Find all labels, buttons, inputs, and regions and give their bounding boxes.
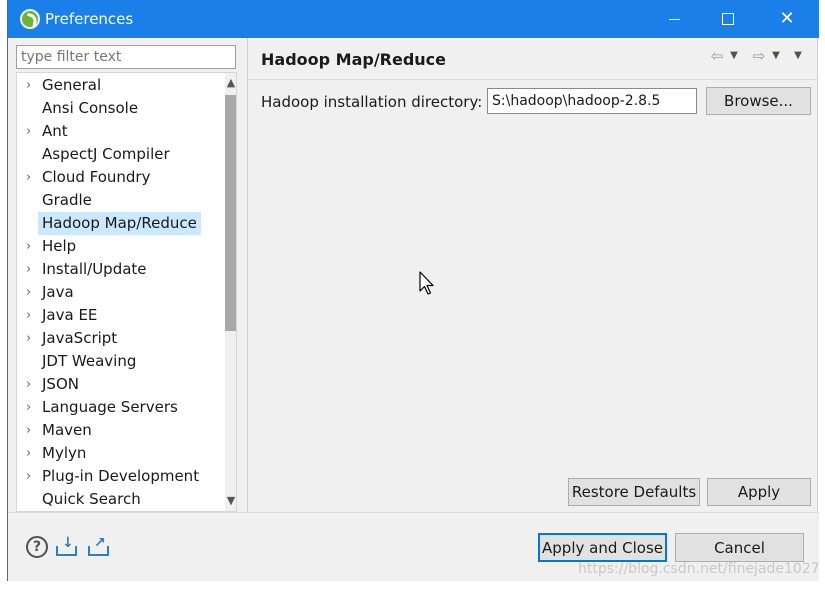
expand-chevron-icon[interactable]: ›: [26, 258, 38, 281]
install-dir-input[interactable]: [487, 88, 697, 114]
tree-item-label: Java EE: [42, 306, 98, 324]
restore-defaults-button[interactable]: Restore Defaults: [568, 478, 700, 506]
tree-item[interactable]: › Help: [17, 235, 217, 258]
tree-item-label: JDT Weaving: [42, 352, 137, 370]
tree-item-label: Ant: [42, 122, 68, 140]
tree-item[interactable]: › Mylyn: [17, 442, 217, 465]
tree-item-label: Language Servers: [42, 398, 178, 416]
import-arrow-icon: ↓: [62, 535, 74, 551]
minimize-icon: [668, 18, 680, 20]
tree-item-label: Java: [42, 283, 74, 301]
install-dir-label: Hadoop installation directory:: [261, 93, 483, 111]
tree-item-label: Ansi Console: [42, 99, 139, 117]
spring-app-icon: [20, 9, 40, 29]
forward-history-dropdown-icon[interactable]: ▼: [770, 48, 782, 64]
expand-chevron-icon[interactable]: ›: [26, 281, 38, 304]
tree-item[interactable]: › Language Servers: [17, 396, 217, 419]
window-title: Preferences: [45, 10, 134, 28]
close-button[interactable]: ✕: [758, 0, 816, 38]
preferences-tree[interactable]: › General Ansi Console › Ant AspectJ Compiler…: [16, 72, 237, 512]
panel-header: Hadoop Map/Reduce ⇦ ▼ ⇨ ▼ ▼: [248, 38, 818, 80]
back-history-dropdown-icon[interactable]: ▼: [728, 48, 740, 64]
maximize-icon: [722, 13, 734, 25]
tree-item[interactable]: JDT Weaving: [17, 350, 217, 373]
forward-arrow-icon[interactable]: ⇨: [751, 48, 767, 64]
tree-item-label: Hadoop Map/Reduce: [38, 212, 201, 235]
view-menu-dropdown-icon[interactable]: ▼: [792, 48, 804, 64]
preferences-window: Preferences ✕ ›GeneralAnsi Console›AntAs…: [7, 0, 819, 581]
tree-item[interactable]: › JSON: [17, 373, 217, 396]
settings-panel: Hadoop Map/Reduce ⇦ ▼ ⇨ ▼ ▼ Hadoop insta…: [247, 38, 818, 512]
tree-item-label: Gradle: [42, 191, 92, 209]
watermark-text: https://blog.csdn.net/finejade1027: [578, 561, 820, 577]
back-arrow-icon[interactable]: ⇦: [709, 48, 725, 64]
tree-item-label: General: [42, 76, 102, 94]
tree-item-label: Quick Search: [42, 490, 141, 508]
browse-button[interactable]: Browse...: [706, 87, 811, 115]
minimize-button[interactable]: [645, 0, 703, 38]
apply-button[interactable]: Apply: [707, 478, 811, 506]
expand-chevron-icon[interactable]: ›: [26, 396, 38, 419]
tree-item[interactable]: › Java: [17, 281, 217, 304]
expand-chevron-icon[interactable]: ›: [26, 465, 38, 488]
expand-chevron-icon[interactable]: ›: [26, 235, 38, 258]
close-icon: ✕: [779, 8, 795, 29]
tree-item[interactable]: Hadoop Map/Reduce: [17, 212, 217, 235]
tree-item[interactable]: › JavaScript: [17, 327, 217, 350]
tree-item[interactable]: › General: [17, 74, 217, 97]
scroll-down-arrow-icon[interactable]: ▼: [225, 493, 236, 509]
tree-item-label: Cloud Foundry: [42, 168, 151, 186]
tree-item-label: Install/Update: [42, 260, 147, 278]
maximize-button[interactable]: [699, 0, 757, 38]
tree-item-label: JavaScript: [42, 329, 118, 347]
import-preferences-icon[interactable]: ↓: [56, 535, 78, 557]
tree-item[interactable]: Ansi Console: [17, 97, 217, 120]
tree-item[interactable]: Gradle: [17, 189, 217, 212]
cancel-button[interactable]: Cancel: [675, 533, 804, 562]
expand-chevron-icon[interactable]: ›: [26, 442, 38, 465]
expand-chevron-icon[interactable]: ›: [26, 120, 38, 143]
tree-item[interactable]: › Ant: [17, 120, 217, 143]
tree-item[interactable]: › Maven: [17, 419, 217, 442]
tree-item-label: AspectJ Compiler: [42, 145, 170, 163]
scroll-thumb[interactable]: [225, 95, 236, 331]
filter-input[interactable]: [16, 45, 236, 69]
apply-and-close-button[interactable]: Apply and Close: [538, 533, 667, 562]
tree-item[interactable]: AspectJ Compiler: [17, 143, 217, 166]
tree-item[interactable]: › Cloud Foundry: [17, 166, 217, 189]
tree-item-label: Maven: [42, 421, 92, 439]
tree-item-label: Plug-in Development: [42, 467, 200, 485]
tree-item-label: Help: [42, 237, 77, 255]
expand-chevron-icon[interactable]: ›: [26, 166, 38, 189]
expand-chevron-icon[interactable]: ›: [26, 74, 38, 97]
tree-scrollbar[interactable]: ▲ ▼: [225, 73, 236, 511]
tree-item[interactable]: › Java EE: [17, 304, 217, 327]
export-arrow-icon: ↗: [94, 535, 106, 551]
expand-chevron-icon[interactable]: ›: [26, 419, 38, 442]
tree-item[interactable]: › Install/Update: [17, 258, 217, 281]
expand-chevron-icon[interactable]: ›: [26, 304, 38, 327]
page-title: Hadoop Map/Reduce: [261, 50, 447, 69]
expand-chevron-icon[interactable]: ›: [26, 327, 38, 350]
tree-item-label: Mylyn: [42, 444, 87, 462]
title-bar[interactable]: Preferences ✕: [8, 0, 819, 38]
tree-item-label: JSON: [42, 375, 79, 393]
tree-item[interactable]: Quick Search: [17, 488, 217, 511]
expand-chevron-icon[interactable]: ›: [26, 373, 38, 396]
tree-item[interactable]: › Plug-in Development: [17, 465, 217, 488]
export-preferences-icon[interactable]: ↗: [88, 535, 110, 557]
scroll-up-arrow-icon[interactable]: ▲: [225, 75, 236, 91]
help-icon[interactable]: ?: [26, 536, 48, 558]
